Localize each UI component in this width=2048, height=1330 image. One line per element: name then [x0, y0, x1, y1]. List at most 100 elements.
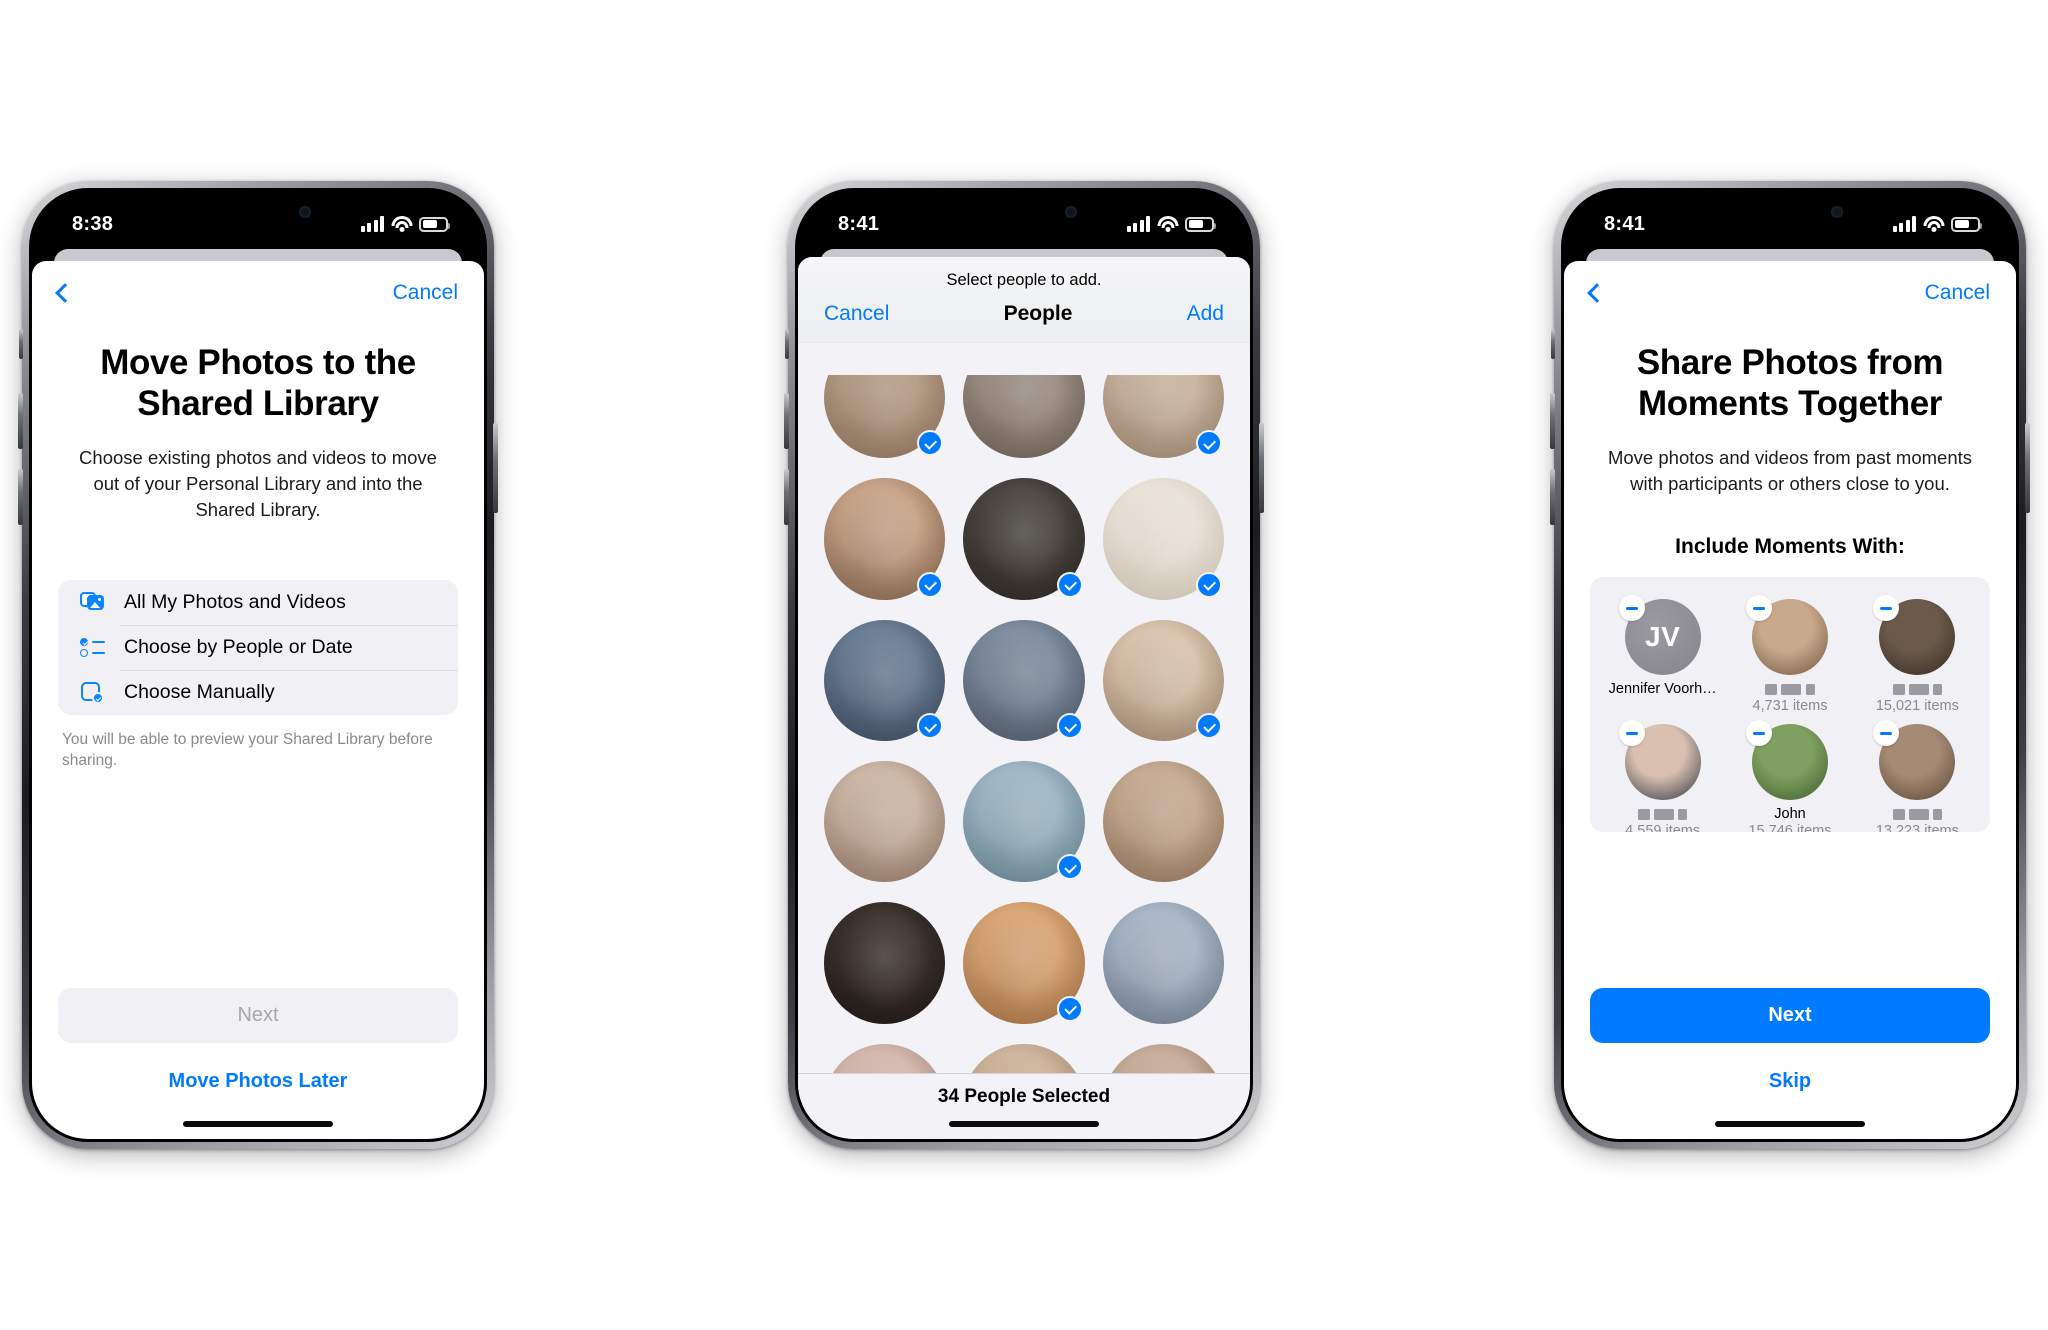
option-label: All My Photos and Videos	[124, 590, 346, 613]
volume-up-button[interactable]	[784, 393, 789, 449]
moment-person-item[interactable]: 15,021 items	[1861, 595, 1974, 715]
face-blur-overlay	[1102, 1043, 1224, 1073]
moment-person-name	[1606, 806, 1719, 822]
selection-count-label: 34 People Selected	[798, 1073, 1250, 1139]
phone-device-3: 8:41 Cancel Share Photos from Moments To…	[1550, 181, 2030, 1149]
volume-down-button[interactable]	[784, 469, 789, 525]
sheet: Select people to add. Cancel People Add …	[798, 257, 1250, 1139]
selected-check-icon[interactable]	[1056, 571, 1083, 598]
home-indicator[interactable]	[1715, 1121, 1865, 1127]
moment-person-name	[1861, 681, 1974, 697]
next-button[interactable]: Next	[58, 988, 458, 1043]
person-avatar	[824, 902, 946, 1024]
selected-check-icon[interactable]	[1196, 571, 1222, 598]
status-bar: 8:38	[32, 191, 484, 249]
remove-person-minus-icon[interactable]	[1618, 595, 1645, 622]
cancel-button[interactable]: Cancel	[393, 281, 458, 305]
page-subtitle: Choose existing photos and videos to mov…	[79, 446, 437, 521]
person-face-item[interactable]	[1102, 478, 1224, 600]
power-button[interactable]	[1259, 423, 1264, 513]
skip-button[interactable]: Skip	[1564, 1070, 2016, 1093]
move-photos-later-button[interactable]: Move Photos Later	[32, 1070, 484, 1093]
cancel-button[interactable]: Cancel	[1925, 281, 1990, 305]
moment-avatar-wrap: JV	[1618, 595, 1701, 676]
person-face-item[interactable]	[963, 902, 1085, 1024]
silent-switch[interactable]	[785, 329, 789, 359]
person-face-item[interactable]	[963, 375, 1085, 459]
person-face-item[interactable]	[824, 1043, 946, 1073]
option-list: All My Photos and Videos Choose by Peopl…	[58, 579, 458, 715]
person-face-item[interactable]	[1102, 619, 1224, 742]
moment-person-item[interactable]: John 15,746 items	[1733, 720, 1846, 832]
person-face-item[interactable]	[1102, 761, 1224, 883]
person-face-item[interactable]	[1102, 1043, 1224, 1073]
selected-check-icon[interactable]	[1056, 854, 1083, 881]
option-choose-manually[interactable]: Choose Manually	[58, 669, 458, 715]
moment-person-item[interactable]: JV Jennifer Voorh…	[1606, 595, 1719, 714]
bottom-action-area	[1564, 949, 2016, 1139]
person-face-item[interactable]	[824, 761, 946, 883]
picker-header: Select people to add. Cancel People Add	[798, 257, 1250, 342]
person-face-item[interactable]	[1102, 902, 1224, 1024]
volume-down-button[interactable]	[18, 469, 23, 525]
home-indicator[interactable]	[949, 1121, 1099, 1127]
moment-item-count: 4,559 items	[1625, 823, 1701, 833]
power-button[interactable]	[2025, 423, 2030, 513]
phone-device-2: 8:41 Select people to add. Cancel People…	[784, 181, 1264, 1149]
status-bar: 8:41	[798, 191, 1250, 249]
person-face-item[interactable]	[963, 619, 1085, 742]
person-face-item[interactable]	[963, 761, 1085, 883]
navigation-bar: Cancel	[1564, 261, 2016, 309]
chevron-left-icon[interactable]	[1587, 283, 1607, 303]
selected-check-icon[interactable]	[1056, 713, 1083, 740]
volume-down-button[interactable]	[1550, 469, 1555, 525]
person-face-item[interactable]	[824, 619, 946, 742]
selected-check-icon[interactable]	[1196, 713, 1222, 740]
person-face-item[interactable]	[963, 478, 1085, 600]
face-blur-overlay	[963, 1043, 1085, 1073]
moment-person-item[interactable]: 4,731 items	[1733, 595, 1846, 714]
page-title: Share Photos from Moments Together	[1636, 343, 1944, 423]
moment-person-item[interactable]: 13,223 items	[1861, 720, 1974, 832]
person-face-item[interactable]	[824, 478, 946, 600]
volume-up-button[interactable]	[18, 393, 23, 449]
chevron-left-icon[interactable]	[55, 283, 75, 303]
moment-person-item[interactable]: 4,559 items	[1606, 720, 1719, 833]
option-all-photos[interactable]: All My Photos and Videos	[58, 580, 458, 625]
person-avatar	[1102, 761, 1224, 883]
sheet: Cancel Share Photos from Moments Togethe…	[1564, 261, 2016, 1139]
selected-check-icon[interactable]	[917, 571, 944, 598]
footnote-text: You will be able to preview your Shared …	[62, 730, 433, 770]
option-choose-by-people-or-date[interactable]: Choose by People or Date	[58, 624, 458, 670]
people-scroll-area[interactable]	[798, 375, 1250, 1073]
status-time: 8:41	[1604, 212, 1646, 235]
person-avatar	[824, 1043, 946, 1073]
person-face-item[interactable]	[824, 902, 946, 1024]
add-button[interactable]: Add	[1187, 302, 1224, 326]
power-button[interactable]	[493, 423, 498, 513]
person-face-item[interactable]	[824, 375, 946, 459]
list-selection-icon	[80, 635, 106, 659]
selected-check-icon[interactable]	[1056, 995, 1083, 1022]
wifi-icon	[1923, 216, 1944, 232]
screen-people-picker: 8:41 Select people to add. Cancel People…	[798, 191, 1250, 1139]
silent-switch[interactable]	[1551, 329, 1555, 359]
screen-move-photos: 8:38 Cancel Move Photos to the Shared Li…	[32, 191, 484, 1139]
person-face-item[interactable]	[963, 1043, 1085, 1073]
silent-switch[interactable]	[19, 329, 23, 359]
moment-person-name: Jennifer Voorh…	[1608, 681, 1717, 698]
section-label: Include Moments With:	[1675, 535, 1905, 559]
cancel-button[interactable]: Cancel	[824, 302, 889, 326]
moment-avatar-wrap	[1745, 595, 1828, 676]
face-blur-overlay	[1102, 761, 1224, 883]
volume-up-button[interactable]	[1550, 393, 1555, 449]
page-title: Move Photos to the Shared Library	[100, 343, 416, 423]
manual-select-icon	[80, 680, 106, 705]
home-indicator[interactable]	[183, 1121, 333, 1127]
screen-share-moments: 8:41 Cancel Share Photos from Moments To…	[1564, 191, 2016, 1139]
next-button[interactable]: Next	[1590, 988, 1990, 1043]
remove-person-minus-icon[interactable]	[1618, 720, 1645, 747]
person-face-item[interactable]	[1102, 375, 1224, 459]
moment-item-count: 15,021 items	[1875, 698, 1959, 715]
phone-device-1: 8:38 Cancel Move Photos to the Shared Li…	[18, 181, 498, 1149]
